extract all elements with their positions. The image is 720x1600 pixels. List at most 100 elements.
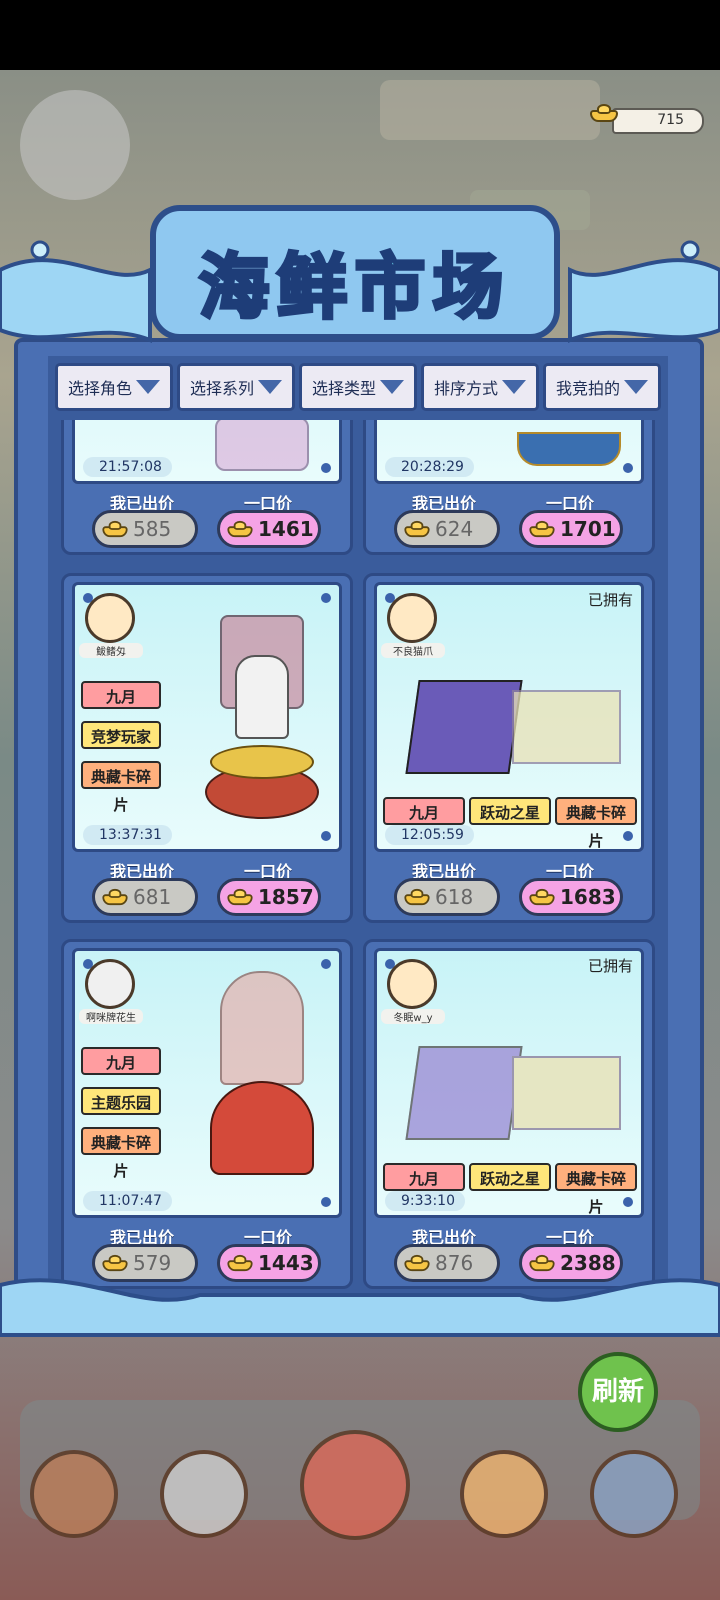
gold-ingot-icon: [227, 520, 253, 538]
card-panel: 21:57:08: [72, 420, 342, 484]
tag-month: 九月: [383, 1163, 465, 1191]
corner-dot: [321, 959, 331, 969]
my-bid-value: 618: [435, 885, 474, 909]
my-bid-value: 681: [133, 885, 172, 909]
filter-sort-label: 排序方式: [433, 379, 498, 398]
tag-month: 九月: [81, 681, 161, 709]
my-bid-value: 585: [133, 517, 172, 541]
corner-dot: [321, 593, 331, 603]
countdown-timer: 13:37:31: [83, 825, 172, 845]
chevron-down-icon: [502, 380, 526, 394]
gold-ingot-icon: [227, 888, 253, 906]
filter-type[interactable]: 选择类型: [299, 363, 417, 411]
chevron-down-icon: [136, 380, 160, 394]
countdown-timer: 21:57:08: [83, 457, 172, 477]
nav-button: [460, 1450, 548, 1538]
title-plate: 海鲜市场: [150, 205, 560, 340]
circus-item-image: [210, 971, 314, 1186]
gold-ingot-icon: [590, 104, 618, 122]
seller-avatar: [387, 959, 437, 1009]
buy-now-button[interactable]: 1701: [519, 510, 623, 548]
tag-month: 九月: [81, 1047, 161, 1075]
tag-type: 典藏卡碎片: [555, 1163, 637, 1216]
filter-series[interactable]: 选择系列: [177, 363, 295, 411]
tag-series: 跃动之星: [469, 1163, 551, 1191]
boombox-item-image: [215, 420, 309, 471]
buy-now-value: 1701: [560, 517, 616, 541]
card-panel: 啊咪牌花生 九月 主题乐园 典藏卡碎片 11:07:47: [72, 948, 342, 1218]
buy-now-value: 1683: [560, 885, 616, 909]
seller-nickname: 鲅鳍匁: [79, 643, 143, 658]
countdown-timer: 9:33:10: [385, 1191, 465, 1211]
listing-grid: 21:57:08 我已出价 一口价 585 1461 20:28:29 我已出价…: [55, 420, 665, 1300]
coin-balance: 715: [590, 102, 704, 134]
listing-card[interactable]: 啊咪牌花生 九月 主题乐园 典藏卡碎片 11:07:47 我已出价 一口价 57…: [61, 939, 353, 1289]
filter-my-bids[interactable]: 我竞拍的: [543, 363, 661, 411]
coin-balance-value: 715: [657, 112, 684, 128]
wave-decoration-bottom: [0, 1278, 720, 1337]
corner-dot: [321, 831, 331, 841]
refresh-button[interactable]: 刷新: [578, 1352, 658, 1432]
tag-month: 九月: [383, 797, 465, 825]
corner-dot: [623, 463, 633, 473]
corner-dot: [321, 463, 331, 473]
tag-type: 典藏卡碎片: [81, 761, 161, 814]
gold-ingot-icon: [102, 520, 128, 538]
nav-button: [160, 1450, 248, 1538]
filter-bar: 选择角色 选择系列 选择类型 排序方式 我竞拍的: [55, 363, 661, 411]
my-bid-value: 624: [435, 517, 474, 541]
owned-badge: 已拥有: [587, 591, 633, 609]
page-title: 海鲜市场: [197, 244, 511, 330]
nav-button: [300, 1430, 410, 1540]
corner-dot: [321, 1197, 331, 1207]
gold-ingot-icon: [529, 888, 555, 906]
chevron-down-icon: [624, 380, 648, 394]
my-bid-price: 624: [394, 510, 500, 548]
speed-card-item-image: [405, 680, 621, 774]
chevron-down-icon: [258, 380, 282, 394]
dj-booth-item-image: [205, 615, 319, 819]
crown-item-image: [517, 432, 621, 466]
countdown-timer: 20:28:29: [385, 457, 474, 477]
listing-card[interactable]: 已拥有 冬眠w_y 九月 跃动之星 典藏卡碎片 9:33:10 我已出价 一口价…: [363, 939, 655, 1289]
card-panel: 20:28:29: [374, 420, 644, 484]
gold-ingot-icon: [404, 888, 430, 906]
nav-button: [590, 1450, 678, 1538]
coin-balance-pill: 715: [612, 108, 704, 134]
card-panel: 已拥有 不良猫爪 九月 跃动之星 典藏卡碎片 12:05:59: [374, 582, 644, 852]
listing-card[interactable]: 21:57:08 我已出价 一口价 585 1461: [61, 420, 353, 555]
buy-now-button[interactable]: 1461: [217, 510, 321, 548]
buy-now-value: 1461: [258, 517, 314, 541]
seller-avatar: [387, 593, 437, 643]
filter-my-bids-label: 我竞拍的: [555, 379, 620, 398]
buy-now-button[interactable]: 1857: [217, 878, 321, 916]
filter-sort[interactable]: 排序方式: [421, 363, 539, 411]
status-bar: [0, 0, 720, 70]
seller-avatar: [85, 593, 135, 643]
buy-now-button[interactable]: 1683: [519, 878, 623, 916]
card-panel: 鲅鳍匁 九月 竞梦玩家 典藏卡碎片 13:37:31: [72, 582, 342, 852]
filter-type-label: 选择类型: [311, 379, 376, 398]
gold-ingot-icon: [404, 520, 430, 538]
tag-series: 跃动之星: [469, 797, 551, 825]
countdown-timer: 11:07:47: [83, 1191, 172, 1211]
speed-card-item-image: [405, 1046, 621, 1140]
filter-character[interactable]: 选择角色: [55, 363, 173, 411]
gold-ingot-icon: [102, 888, 128, 906]
my-bid-price: 681: [92, 878, 198, 916]
filter-series-label: 选择系列: [189, 379, 254, 398]
listing-card[interactable]: 鲅鳍匁 九月 竞梦玩家 典藏卡碎片 13:37:31 我已出价 一口价 681 …: [61, 573, 353, 923]
tag-type: 典藏卡碎片: [555, 797, 637, 850]
tag-series: 竞梦玩家: [81, 721, 161, 749]
tag-series: 主题乐园: [81, 1087, 161, 1115]
seller-avatar: [85, 959, 135, 1009]
tag-type: 典藏卡碎片: [81, 1127, 161, 1180]
nav-button: [30, 1450, 118, 1538]
owned-badge: 已拥有: [587, 957, 633, 975]
filter-character-label: 选择角色: [67, 379, 132, 398]
chevron-down-icon: [380, 380, 404, 394]
my-bid-price: 618: [394, 878, 500, 916]
listing-card[interactable]: 20:28:29 我已出价 一口价 624 1701: [363, 420, 655, 555]
gold-ingot-icon: [529, 520, 555, 538]
listing-card[interactable]: 已拥有 不良猫爪 九月 跃动之星 典藏卡碎片 12:05:59 我已出价 一口价…: [363, 573, 655, 923]
